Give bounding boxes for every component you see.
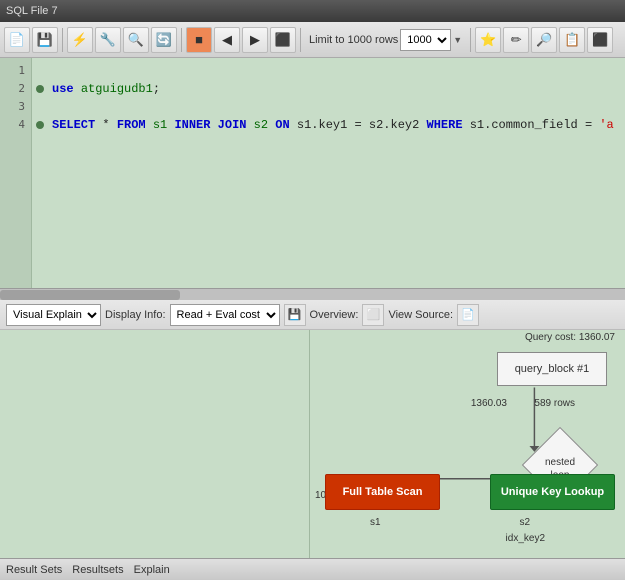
full-table-scan-label: Full Table Scan [343,486,423,498]
title-label: SQL File 7 [6,5,58,17]
zoom-btn[interactable]: 🔎 [531,27,557,53]
save-btn[interactable]: 💾 [32,27,58,53]
line-num-1: 1 [0,62,31,80]
s2-idx-label: idx_key2 [506,533,545,544]
limit-label: Limit to 1000 rows [309,34,398,46]
unique-key-box: Unique Key Lookup [490,474,615,510]
indicator-4 [32,116,48,134]
unique-key-label: Unique Key Lookup [501,486,604,498]
indicator-2 [32,80,48,98]
star-btn[interactable]: ⭐ [475,27,501,53]
limit-dropdown[interactable]: 1000 500 2000 [400,29,451,51]
toolbar: 📄 💾 ⚡ 🔧 🔍 🔄 ■ ◀ ▶ ⬛ Limit to 1000 rows 1… [0,22,625,58]
new-file-btn[interactable]: 📄 [4,27,30,53]
search-btn[interactable]: 🔍 [123,27,149,53]
status-bar: Result Sets Resultsets Explain [0,558,625,580]
s1-label: s1 [370,517,381,528]
cost-to-nested: 1360.03 [471,398,507,409]
separator-3 [300,28,301,52]
view-source-label: View Source: [388,309,453,321]
stop-btn[interactable]: ■ [186,27,212,53]
separator-1 [62,28,63,52]
editor-area: 1 2 3 4 use atguigudb1; SELECT * FROM s1… [0,58,625,288]
code-line-3 [52,98,621,116]
separator-4 [470,28,471,52]
h-scrollbar[interactable] [0,288,625,300]
overview-icon-btn[interactable]: ⬜ [362,304,384,326]
commit-btn[interactable]: ⬛ [270,27,296,53]
save-icon-btn[interactable]: 💾 [284,304,306,326]
rows-to-nested: 589 rows [534,398,575,409]
overview-label: Overview: [310,309,359,321]
debug-btn[interactable]: 🔧 [95,27,121,53]
right-panel: Query cost: 1360.07 query_block #1 1360.… [310,330,625,558]
query-block-label: query_block #1 [515,363,590,375]
line-num-4: 4 [0,116,31,134]
query-cost-label: Query cost: 1360.07 [525,332,615,343]
clip-btn[interactable]: 📋 [559,27,585,53]
display-info-select[interactable]: Read + Eval cost [170,304,280,326]
view-source-icon-btn[interactable]: 📄 [457,304,479,326]
left-panel [0,330,310,558]
s2-label: s2 [519,517,530,528]
separator-2 [181,28,182,52]
panel-toolbar: Visual Explain Display Info: Read + Eval… [0,300,625,330]
status-item-2[interactable]: Resultsets [72,564,123,576]
query-block-box: query_block #1 [497,352,607,386]
edit-btn[interactable]: ✏ [503,27,529,53]
code-line-4: SELECT * FROM s1 INNER JOIN s2 ON s1.key… [52,116,621,134]
dropdown-arrow-icon: ▼ [453,35,462,45]
status-item-1[interactable]: Result Sets [6,564,62,576]
limit-select-container: Limit to 1000 rows 1000 500 2000 ▼ [309,29,462,51]
bottom-panel: Visual Explain Display Info: Read + Eval… [0,300,625,558]
execute-btn[interactable]: ⚡ [67,27,93,53]
status-item-3[interactable]: Explain [134,564,170,576]
code-line-2: use atguigudb1; [52,80,621,98]
title-bar: SQL File 7 [0,0,625,22]
extra-btn[interactable]: ⬛ [587,27,613,53]
prev-btn[interactable]: ◀ [214,27,240,53]
indicator-3 [32,98,48,116]
display-info-label: Display Info: [105,309,166,321]
full-table-scan-box: Full Table Scan [325,474,440,510]
line-num-2: 2 [0,80,31,98]
next-btn[interactable]: ▶ [242,27,268,53]
h-scrollbar-thumb [0,290,180,300]
line-num-3: 3 [0,98,31,116]
indicator-1 [32,62,48,80]
line-numbers: 1 2 3 4 [0,58,32,288]
visual-explain: Query cost: 1360.07 query_block #1 1360.… [0,330,625,558]
refresh-btn[interactable]: 🔄 [151,27,177,53]
code-line-1 [52,62,621,80]
code-content[interactable]: use atguigudb1; SELECT * FROM s1 INNER J… [48,58,625,288]
line-indicators [32,58,48,288]
visual-explain-select[interactable]: Visual Explain [6,304,101,326]
